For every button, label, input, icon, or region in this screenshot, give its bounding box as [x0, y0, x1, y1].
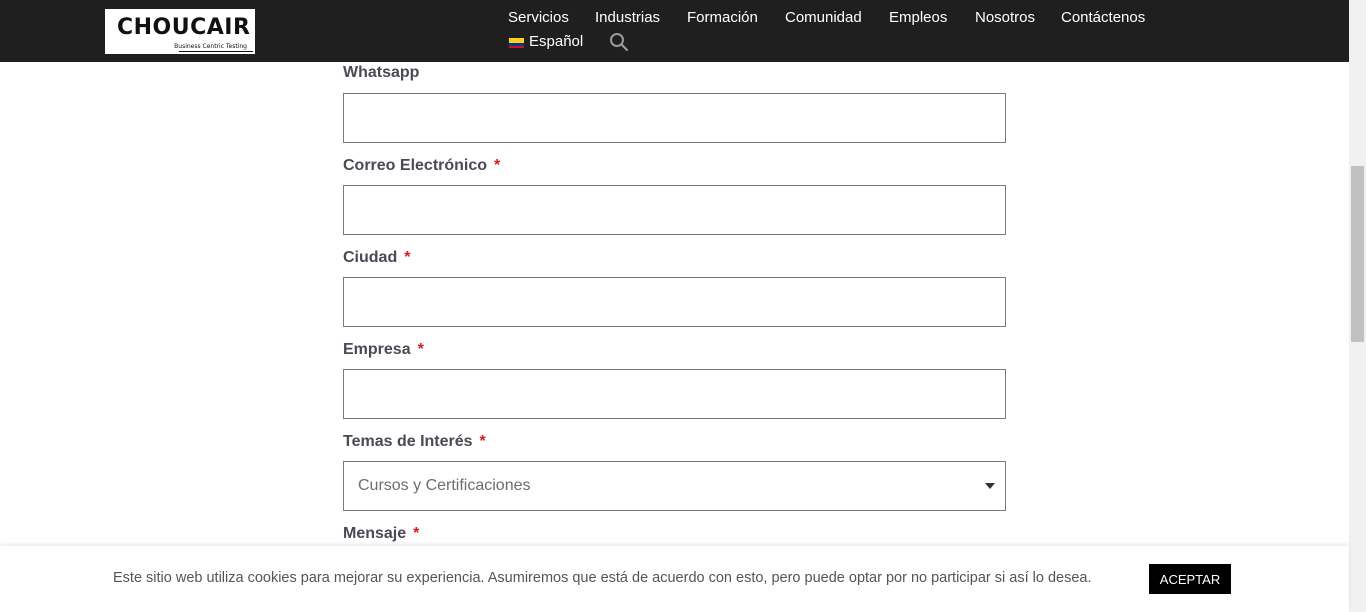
required-marker: * — [413, 525, 420, 542]
page-scrollbar[interactable] — [1349, 0, 1366, 612]
nav-item-industrias[interactable]: Industrias — [595, 9, 660, 26]
nav-item-formacion[interactable]: Formación — [687, 9, 758, 26]
topics-select[interactable]: Cursos y Certificaciones — [343, 461, 1006, 511]
chevron-down-icon — [985, 483, 995, 489]
nav-item-empleos[interactable]: Empleos — [889, 9, 947, 26]
logo[interactable]: CHOUCAIR Business Centric Testing — [105, 9, 255, 54]
logo-underline — [179, 51, 253, 52]
nav-item-contactenos[interactable]: Contáctenos — [1061, 9, 1145, 26]
nav-item-nosotros[interactable]: Nosotros — [975, 9, 1035, 26]
required-marker: * — [417, 341, 424, 358]
company-field[interactable] — [343, 369, 1006, 419]
logo-frame: CHOUCAIR Business Centric Testing — [111, 14, 253, 52]
scrollbar-thumb[interactable] — [1351, 166, 1364, 342]
required-marker: * — [494, 157, 501, 174]
required-marker: * — [479, 433, 486, 450]
required-marker: * — [404, 249, 411, 266]
whatsapp-label: Whatsapp — [343, 64, 420, 81]
search-icon[interactable] — [609, 32, 629, 52]
site-header: CHOUCAIR Business Centric Testing Servic… — [0, 0, 1349, 62]
language-label: Español — [529, 33, 584, 50]
accept-cookies-button[interactable]: ACEPTAR — [1149, 564, 1231, 594]
cookie-consent-bar: Este sitio web utiliza cookies para mejo… — [0, 546, 1349, 612]
city-label: Ciudad * — [343, 249, 411, 266]
message-label: Mensaje * — [343, 525, 420, 542]
topics-label: Temas de Interés * — [343, 433, 486, 450]
city-field[interactable] — [343, 277, 1006, 327]
cookie-message: Este sitio web utiliza cookies para mejo… — [113, 570, 1092, 586]
topics-selected-value: Cursos y Certificaciones — [358, 477, 531, 494]
email-field[interactable] — [343, 185, 1006, 235]
nav-item-comunidad[interactable]: Comunidad — [785, 9, 862, 26]
colombia-flag-icon — [509, 38, 524, 48]
logo-tagline: Business Centric Testing — [174, 43, 247, 50]
email-label: Correo Electrónico * — [343, 157, 501, 174]
nav-item-servicios[interactable]: Servicios — [508, 9, 569, 26]
logo-wordmark: CHOUCAIR — [117, 15, 251, 40]
company-label: Empresa * — [343, 341, 424, 358]
whatsapp-field[interactable] — [343, 93, 1006, 143]
